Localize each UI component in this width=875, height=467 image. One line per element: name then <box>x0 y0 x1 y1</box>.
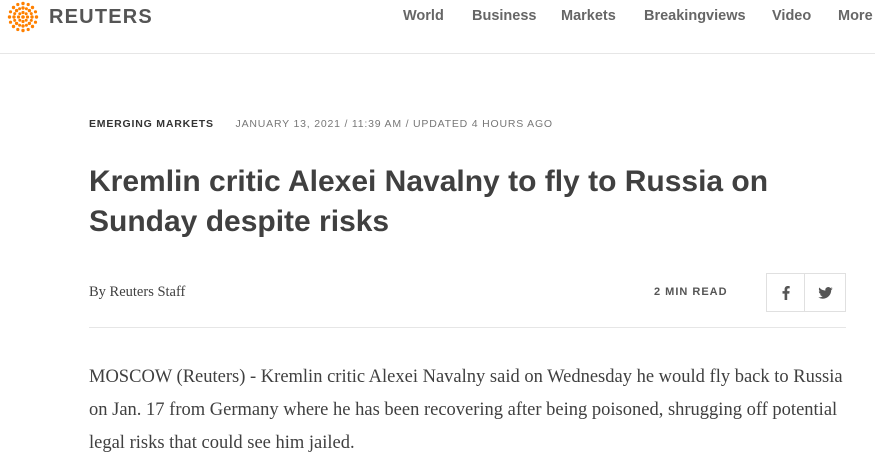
main-nav: World Business Markets Breakingviews Vid… <box>0 8 875 28</box>
article-dateline: JANUARY 13, 2021 / 11:39 AM / UPDATED 4 … <box>235 118 553 130</box>
article-meta: EMERGING MARKETS JANUARY 13, 2021 / 11:3… <box>89 118 553 130</box>
site-header: REUTERS World Business Markets Breakingv… <box>0 0 875 54</box>
article-lead-paragraph: MOSCOW (Reuters) - Kremlin critic Alexei… <box>89 367 843 453</box>
facebook-icon <box>782 285 790 300</box>
share-twitter-button[interactable] <box>805 273 846 312</box>
byline-prefix: By <box>89 284 110 300</box>
nav-item-video[interactable]: Video <box>772 8 811 24</box>
nav-item-business[interactable]: Business <box>472 8 536 24</box>
byline-divider <box>89 327 846 328</box>
nav-item-more[interactable]: More <box>838 8 873 24</box>
twitter-icon <box>817 286 833 299</box>
nav-item-breakingviews[interactable]: Breakingviews <box>644 8 746 24</box>
byline-author[interactable]: Reuters Staff <box>110 284 186 300</box>
article-headline: Kremlin critic Alexei Navalny to fly to … <box>89 165 769 238</box>
share-facebook-button[interactable] <box>766 273 805 312</box>
read-time: 2 MIN READ <box>654 286 728 298</box>
nav-item-markets[interactable]: Markets <box>561 8 616 24</box>
byline: By Reuters Staff <box>89 284 185 301</box>
nav-item-world[interactable]: World <box>403 8 444 24</box>
section-link[interactable]: EMERGING MARKETS <box>89 118 214 130</box>
